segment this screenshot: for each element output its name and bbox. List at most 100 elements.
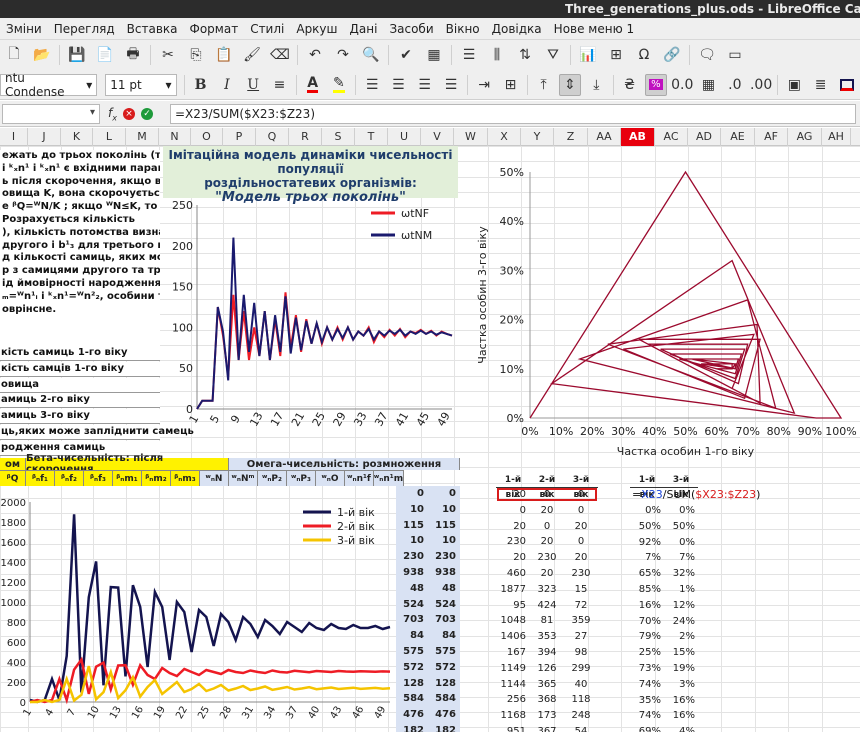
age-cell[interactable]: 20 xyxy=(496,550,530,565)
share-cell[interactable]: 19% xyxy=(664,661,698,676)
pair-cell[interactable]: 84 xyxy=(428,628,459,643)
pair-cell[interactable]: 230 xyxy=(396,549,427,564)
pair-cell[interactable]: 575 xyxy=(396,644,427,659)
share-cell[interactable]: 4% xyxy=(664,724,698,732)
column-header-N[interactable]: N xyxy=(159,128,191,146)
pair-cell[interactable]: 182 xyxy=(396,723,427,732)
header-footer-icon[interactable]: ▭ xyxy=(723,44,747,66)
redo-icon[interactable]: ↷ xyxy=(331,44,355,66)
age-cell[interactable]: 0 xyxy=(564,503,598,518)
share-cell[interactable]: 16% xyxy=(664,693,698,708)
share-cell[interactable]: 74% xyxy=(630,708,664,723)
delete-decimal-icon[interactable]: .00 xyxy=(750,74,772,96)
population-sex-chart[interactable]: 0501001502002501 5 9 13 17 21 25 29 33 37 41 45 49ωt… xyxy=(163,198,460,456)
pair-cell[interactable]: 230 xyxy=(428,549,459,564)
sort-icon[interactable]: ⇅ xyxy=(513,44,537,66)
pair-cell[interactable]: 524 xyxy=(428,597,459,612)
highlight-color-icon[interactable]: ✎ xyxy=(328,74,350,96)
align-right-icon[interactable]: ☰ xyxy=(414,74,436,96)
age-cell[interactable]: 230 xyxy=(530,550,564,565)
age-cell[interactable]: 20 xyxy=(530,503,564,518)
age-cell[interactable]: 167 xyxy=(496,645,530,660)
chart-icon[interactable]: 📊 xyxy=(576,44,600,66)
age-cell[interactable]: 15 xyxy=(564,582,598,597)
age-cell[interactable]: 0 xyxy=(564,487,598,502)
border-style-icon[interactable]: ≣ xyxy=(809,74,831,96)
column-header-AE[interactable]: AE xyxy=(721,128,755,146)
share-cell[interactable]: 73% xyxy=(630,661,664,676)
number-format-icon[interactable]: 0.0 xyxy=(671,74,693,96)
new-icon[interactable]: 🗋 xyxy=(2,44,26,66)
age-cell[interactable]: 0 xyxy=(530,519,564,534)
age-cell[interactable]: 20 xyxy=(530,566,564,581)
age-cell[interactable]: 98 xyxy=(564,645,598,660)
pair-cell[interactable]: 128 xyxy=(428,676,459,691)
column-header-U[interactable]: U xyxy=(388,128,421,146)
spreadsheet-grid[interactable]: ежать до трьох поколінь (трьохi ᵏₓn¹ і ᵏ… xyxy=(0,146,860,732)
borders-icon[interactable]: ▣ xyxy=(783,74,805,96)
age-groups-chart[interactable]: 0 200 400 600 800 1000 1200 1400 1600 1800 2000 1 4 7… xyxy=(0,488,396,732)
merge-center-icon[interactable]: ⊞ xyxy=(499,74,521,96)
chevron-down-icon[interactable]: ▾ xyxy=(86,78,92,92)
column-header-M[interactable]: M xyxy=(126,128,159,146)
share-cell[interactable]: 2% xyxy=(664,629,698,644)
font-size-combo[interactable]: 11 pt ▾ xyxy=(105,73,177,96)
special-char-icon[interactable]: Ω xyxy=(632,44,656,66)
menu-item-4[interactable]: Стилі xyxy=(244,22,290,36)
pair-cell[interactable]: 48 xyxy=(428,581,459,596)
cut-icon[interactable]: ✂ xyxy=(156,44,180,66)
column-header-W[interactable]: W xyxy=(454,128,488,146)
share-cell[interactable]: 65% xyxy=(630,566,664,581)
age-cell[interactable]: 20 xyxy=(496,487,530,502)
function-wizard-icon[interactable]: fx xyxy=(108,106,117,122)
pair-cell[interactable]: 182 xyxy=(428,723,459,732)
share-cell[interactable]: 16% xyxy=(630,598,664,613)
share-cell[interactable]: 79% xyxy=(630,629,664,644)
pair-cell[interactable]: 938 xyxy=(428,565,459,580)
age-cell[interactable]: 299 xyxy=(564,661,598,676)
share-cell[interactable]: 35% xyxy=(630,693,664,708)
export-pdf-icon[interactable]: 📄 xyxy=(93,44,117,66)
column-header-S[interactable]: S xyxy=(322,128,355,146)
share-cell[interactable]: 12% xyxy=(664,598,698,613)
share-cell[interactable]: 0% xyxy=(664,503,698,518)
column-header-V[interactable]: V xyxy=(421,128,454,146)
menu-item-3[interactable]: Формат xyxy=(184,22,245,36)
menu-item-6[interactable]: Дані xyxy=(344,22,384,36)
menu-item-2[interactable]: Вставка xyxy=(121,22,184,36)
open-icon[interactable]: 📂 xyxy=(30,44,54,66)
share-cell[interactable]: 1% xyxy=(664,582,698,597)
age-cell[interactable]: 230 xyxy=(496,534,530,549)
comment-icon[interactable]: 🗨 xyxy=(695,44,719,66)
pair-cell[interactable]: 572 xyxy=(428,660,459,675)
menu-item-7[interactable]: Засоби xyxy=(383,22,439,36)
chevron-down-icon[interactable]: ▾ xyxy=(90,107,95,118)
column-header-AH[interactable]: AH xyxy=(822,128,851,146)
pair-cell[interactable]: 476 xyxy=(428,707,459,722)
save-icon[interactable]: 💾 xyxy=(65,44,89,66)
chevron-down-icon[interactable]: ▾ xyxy=(166,78,172,92)
column-header-O[interactable]: O xyxy=(191,128,223,146)
italic-button[interactable]: I xyxy=(216,74,238,96)
share-cell[interactable]: 24% xyxy=(664,614,698,629)
pair-cell[interactable]: 584 xyxy=(396,691,427,706)
wrap-text-icon[interactable]: ⇥ xyxy=(473,74,495,96)
share-cell[interactable]: 92% xyxy=(630,535,664,550)
column-header-I[interactable]: I xyxy=(0,128,28,146)
age-cell[interactable]: 126 xyxy=(530,661,564,676)
formula-input[interactable]: =X23/SUM($X23:$Z23) xyxy=(170,104,856,124)
menu-item-0[interactable]: Зміни xyxy=(0,22,48,36)
share-cell[interactable]: 25% xyxy=(630,645,664,660)
age-cell[interactable]: 460 xyxy=(496,566,530,581)
share-cell[interactable]: 3% xyxy=(664,677,698,692)
age-cell[interactable]: 365 xyxy=(530,677,564,692)
menu-item-10[interactable]: Нове меню 1 xyxy=(548,22,640,36)
pair-cell[interactable]: 10 xyxy=(428,533,459,548)
pair-cell[interactable]: 115 xyxy=(396,518,427,533)
column-header-J[interactable]: J xyxy=(28,128,61,146)
clone-icon[interactable]: 🖌 xyxy=(240,44,264,66)
age-cell[interactable]: 20 xyxy=(530,534,564,549)
pair-cell[interactable]: 584 xyxy=(428,691,459,706)
age-cell[interactable]: 1406 xyxy=(496,629,530,644)
spellcheck-icon[interactable]: ✔ xyxy=(394,44,418,66)
